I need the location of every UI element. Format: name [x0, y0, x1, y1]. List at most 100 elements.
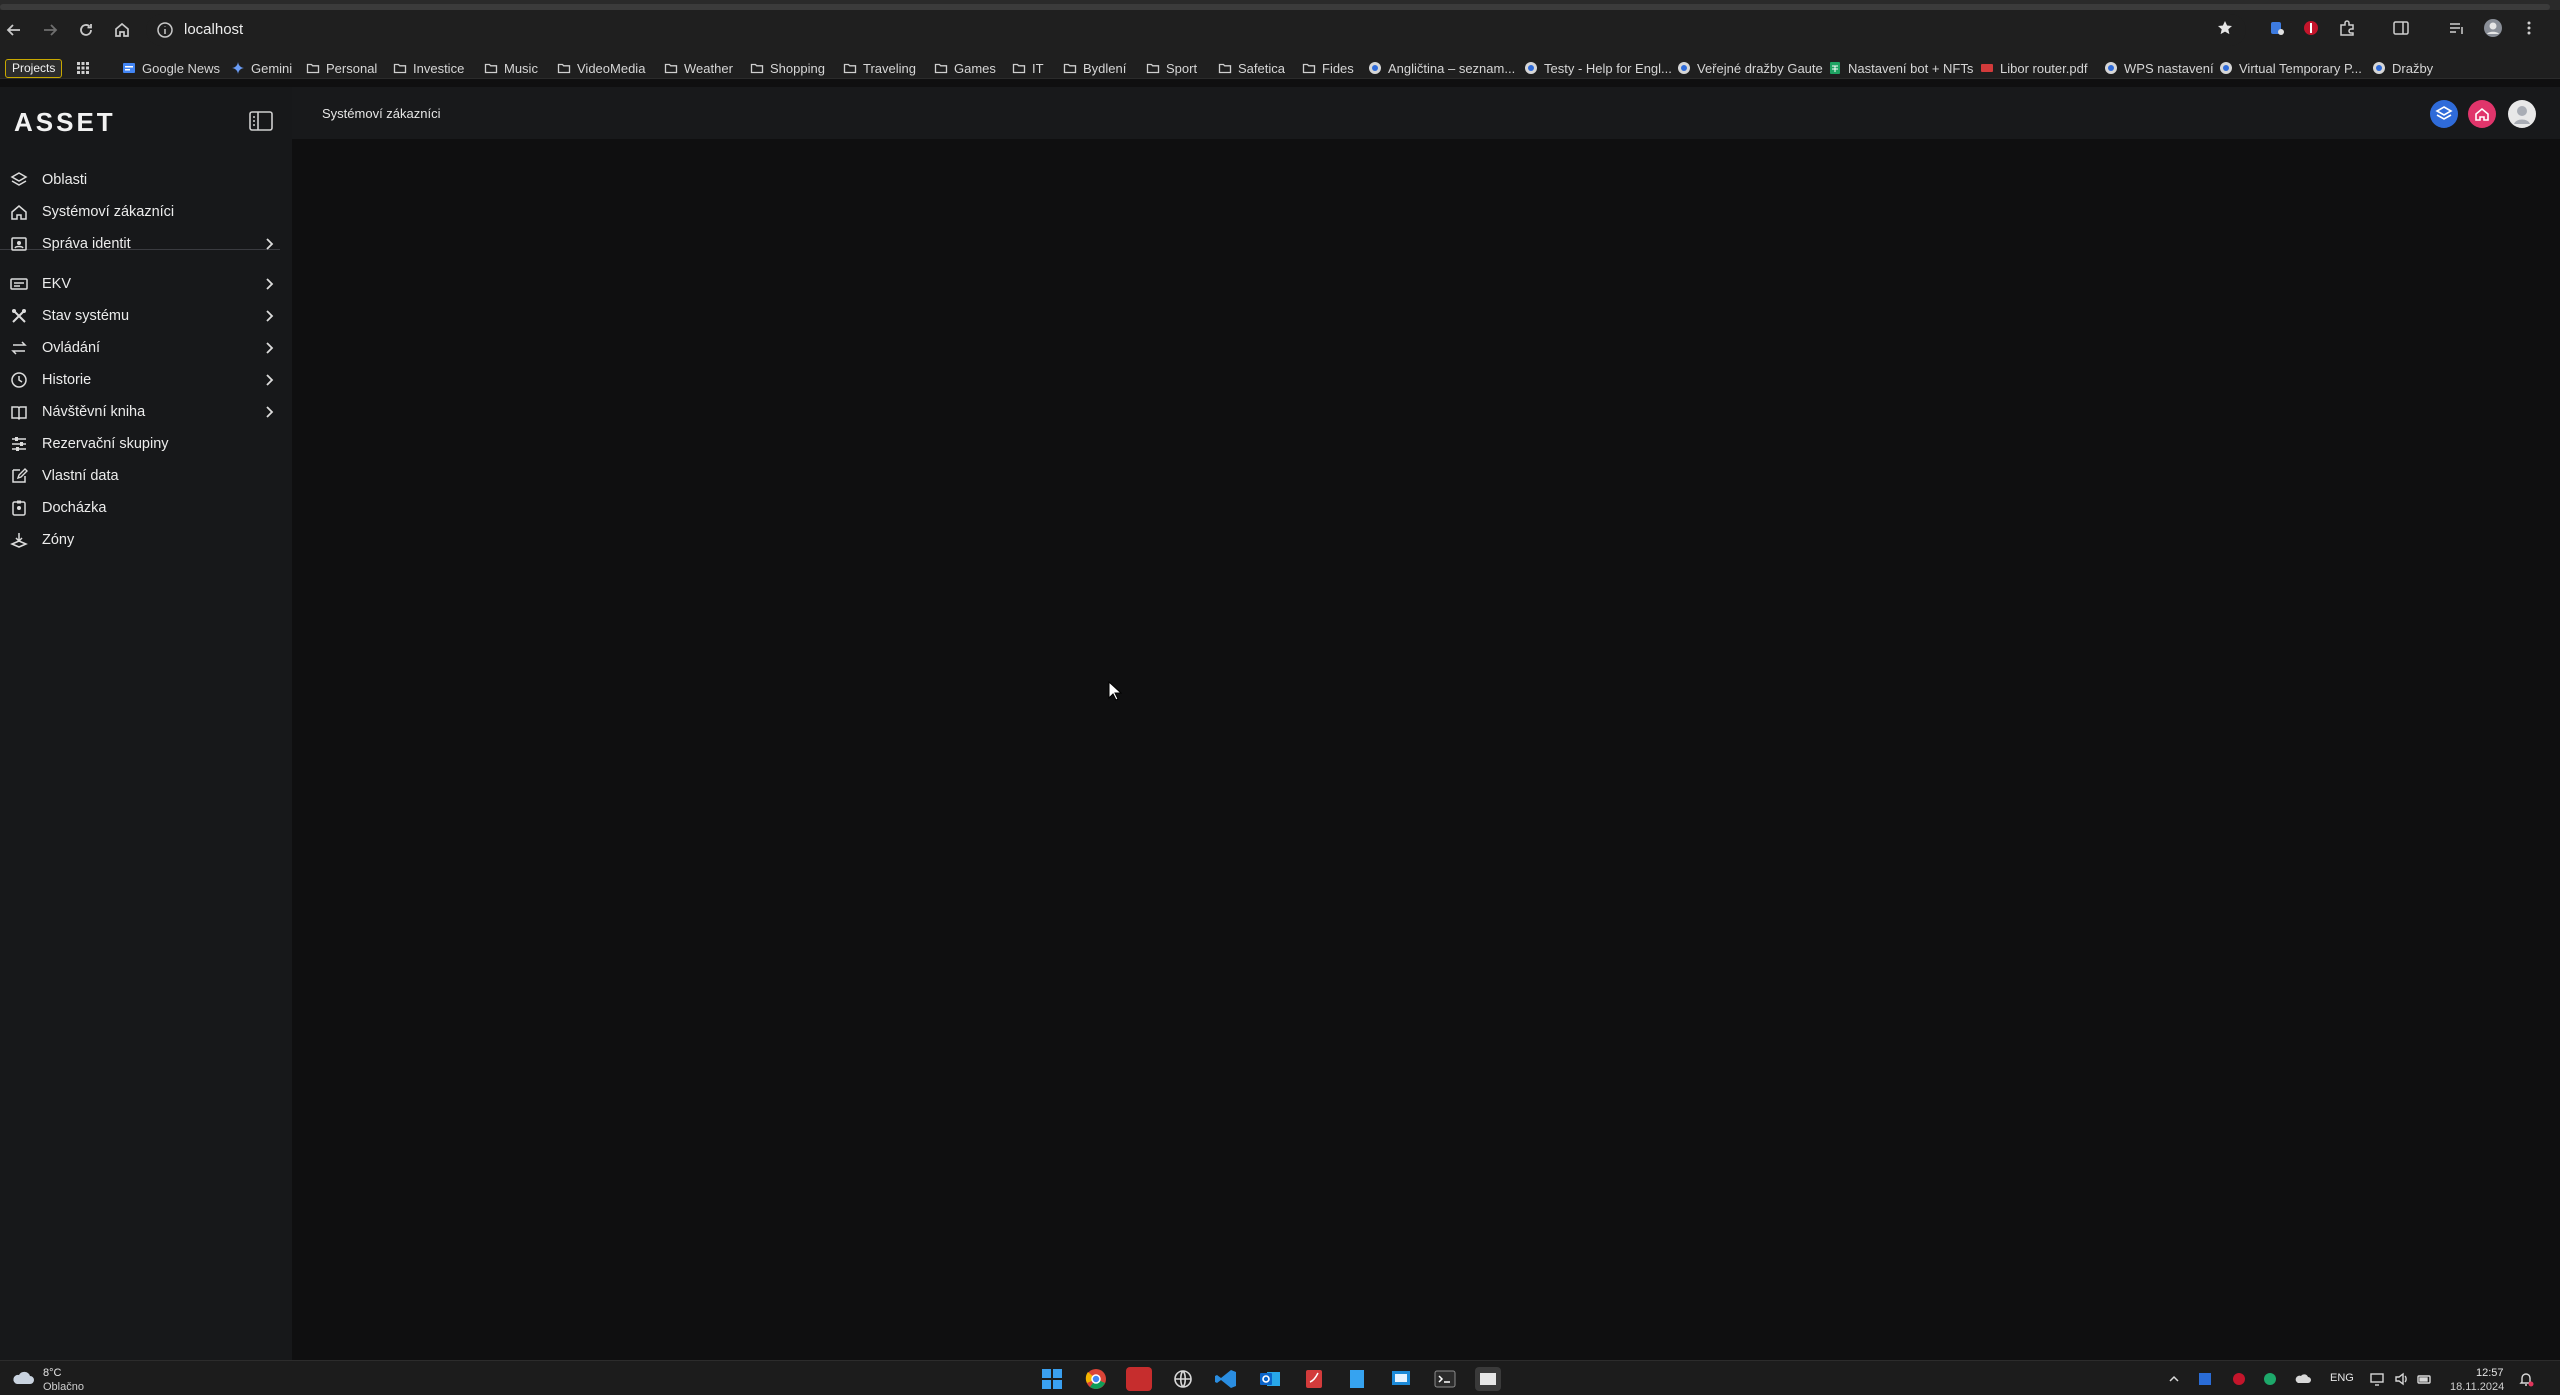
- address-bar[interactable]: localhost: [146, 14, 2246, 46]
- clock-date[interactable]: 18.11.2024: [2450, 1381, 2504, 1393]
- user-avatar[interactable]: [2508, 100, 2536, 128]
- bookmark-star-icon[interactable]: [2214, 17, 2236, 39]
- bookmark-it[interactable]: IT: [1012, 59, 1044, 77]
- projects-tab-group[interactable]: Projects: [5, 59, 63, 78]
- page-title: Systémoví zákazníci: [322, 106, 441, 121]
- start-button[interactable]: [1039, 1367, 1065, 1391]
- chrome-taskbar-icon[interactable]: [1083, 1367, 1109, 1391]
- book-icon: [11, 406, 27, 421]
- profile-avatar-icon[interactable]: [2482, 17, 2504, 39]
- media-controls-icon[interactable]: [2446, 17, 2468, 39]
- bookmark-virtual-temporary-p[interactable]: Virtual Temporary P...: [2219, 59, 2362, 77]
- more-menu-icon[interactable]: [2518, 17, 2540, 39]
- bookmark-wps-nastaven[interactable]: WPS nastavení: [2104, 59, 2214, 77]
- bookmark-shopping[interactable]: Shopping: [750, 59, 825, 77]
- bookmark-dra-by[interactable]: Dražby: [2372, 59, 2433, 77]
- battery-icon[interactable]: [2417, 1371, 2433, 1387]
- sidebar-item-vlastni-data[interactable]: Vlastní data: [0, 462, 292, 490]
- sidebar-item-label: Správa identit: [42, 236, 131, 252]
- site-info-icon[interactable]: [156, 21, 174, 39]
- sidebar-item-label: Zóny: [42, 532, 75, 548]
- chevron-right-icon: [266, 310, 274, 322]
- sidebar-item-rezervacni-skupiny[interactable]: Rezervační skupiny: [0, 430, 292, 458]
- sidebar-item-navstevni-kniha[interactable]: Návštěvní kniha: [0, 398, 292, 426]
- tray-expand-icon[interactable]: [2166, 1371, 2182, 1387]
- remote-desktop-taskbar-icon[interactable]: [1388, 1367, 1414, 1391]
- vscode-taskbar-icon[interactable]: [1213, 1367, 1239, 1391]
- sidebar-item-sprava-identit[interactable]: Správa identit: [0, 230, 292, 258]
- clock-time[interactable]: 12:57: [2476, 1367, 2504, 1379]
- bookmark-music[interactable]: Music: [484, 59, 538, 77]
- weather-temperature[interactable]: 8°C: [43, 1367, 61, 1379]
- tray-red-icon[interactable]: [2231, 1371, 2247, 1387]
- bookmark-fides[interactable]: Fides: [1302, 59, 1354, 77]
- sidebar-item-ekv[interactable]: EKV: [0, 270, 292, 298]
- asset-logo[interactable]: ASSET: [14, 107, 159, 137]
- site-icon: [1525, 62, 1537, 74]
- sidebar-item-stav-systemu[interactable]: Stav systému: [0, 302, 292, 330]
- forward-button[interactable]: [36, 16, 64, 44]
- files-app-taskbar-icon[interactable]: [1344, 1367, 1370, 1391]
- weather-cloud-icon[interactable]: [10, 1369, 36, 1387]
- folder-icon: [557, 63, 571, 74]
- bookmark-google-news[interactable]: Google News: [122, 59, 220, 77]
- bookmark-label: Nastavení bot + NFTs: [1848, 60, 1974, 76]
- weather-description[interactable]: Oblačno: [43, 1381, 84, 1393]
- outlook-taskbar-icon[interactable]: [1257, 1367, 1283, 1391]
- bookmark-games[interactable]: Games: [934, 59, 996, 77]
- bookmark-bydlen[interactable]: Bydlení: [1063, 59, 1126, 77]
- sidebar-item-label: EKV: [42, 276, 72, 292]
- reload-button[interactable]: [72, 16, 100, 44]
- sidebar-item-systemovi-zakaznici[interactable]: Systémoví zákazníci: [0, 198, 292, 226]
- bookmark-traveling[interactable]: Traveling: [843, 59, 916, 77]
- bookmark-angli-tina-seznam[interactable]: Angličtina – seznam...: [1368, 59, 1515, 77]
- sidebar-item-ovladani[interactable]: Ovládání: [0, 334, 292, 362]
- globe-app-taskbar-icon[interactable]: [1170, 1367, 1196, 1391]
- sidebar-item-dochazka[interactable]: Docházka: [0, 494, 292, 522]
- extension-blue-icon[interactable]: [2266, 17, 2288, 39]
- sidebar-item-label: Ovládání: [42, 340, 101, 356]
- tray-defender-icon[interactable]: [2197, 1371, 2213, 1387]
- sidebar-item-label: Rezervační skupiny: [42, 436, 169, 452]
- terminal-taskbar-icon[interactable]: [1432, 1367, 1458, 1391]
- bookmark-nastaven-bot-nfts[interactable]: Nastavení bot + NFTs: [1828, 59, 1973, 77]
- home-icon: [11, 205, 27, 220]
- tray-green-icon[interactable]: [2262, 1371, 2278, 1387]
- bookmark-ve-ejn-dra-by-gaute[interactable]: Veřejné dražby Gaute: [1677, 59, 1823, 77]
- tray-onedrive-icon[interactable]: [2295, 1371, 2311, 1387]
- bookmark-label: Google News: [142, 60, 221, 76]
- bookmark-safetica[interactable]: Safetica: [1218, 59, 1285, 77]
- home-button[interactable]: [108, 16, 136, 44]
- side-panel-icon[interactable]: [2390, 17, 2412, 39]
- notifications-bell-icon[interactable]: [2518, 1371, 2534, 1387]
- volume-icon[interactable]: [2393, 1371, 2409, 1387]
- bookmark-investice[interactable]: Investice: [393, 59, 464, 77]
- bookmark-sport[interactable]: Sport: [1146, 59, 1197, 77]
- apps-grid-icon[interactable]: [76, 59, 96, 77]
- bookmark-libor-router-pdf[interactable]: Libor router.pdf: [1980, 59, 2087, 77]
- sidebar-item-label: Oblasti: [42, 172, 88, 188]
- sidebar-item-historie[interactable]: Historie: [0, 366, 292, 394]
- input-language[interactable]: ENG: [2330, 1372, 2354, 1384]
- back-button[interactable]: [0, 16, 28, 44]
- sidebar-toggle-button[interactable]: [247, 107, 275, 135]
- pdf-app-taskbar-icon[interactable]: [1301, 1367, 1327, 1391]
- bookmark-label: Safetica: [1238, 60, 1285, 76]
- network-icon[interactable]: [2369, 1371, 2385, 1387]
- bookmark-weather[interactable]: Weather: [664, 59, 733, 77]
- tab-strip[interactable]: [0, 0, 2560, 10]
- home-shortcut-icon[interactable]: [2468, 100, 2496, 128]
- red-app-taskbar-icon[interactable]: [1126, 1367, 1152, 1391]
- sidebar-item-oblasti[interactable]: Oblasti: [0, 166, 292, 194]
- layers-shortcut-icon[interactable]: [2430, 100, 2458, 128]
- sidebar-item-zony[interactable]: Zóny: [0, 526, 292, 554]
- active-window-taskbar-icon[interactable]: [1475, 1367, 1501, 1391]
- extension-red-icon[interactable]: [2300, 17, 2322, 39]
- bookmark-videomedia[interactable]: VideoMedia: [557, 59, 645, 77]
- tools-icon: [12, 309, 26, 323]
- bookmark-personal[interactable]: Personal: [306, 59, 377, 77]
- zone-icon: [10, 533, 28, 548]
- bookmark-gemini[interactable]: Gemini: [231, 59, 292, 77]
- bookmark-testy-help-for-engl[interactable]: Testy - Help for Engl...: [1524, 59, 1672, 77]
- extensions-puzzle-icon[interactable]: [2336, 17, 2358, 39]
